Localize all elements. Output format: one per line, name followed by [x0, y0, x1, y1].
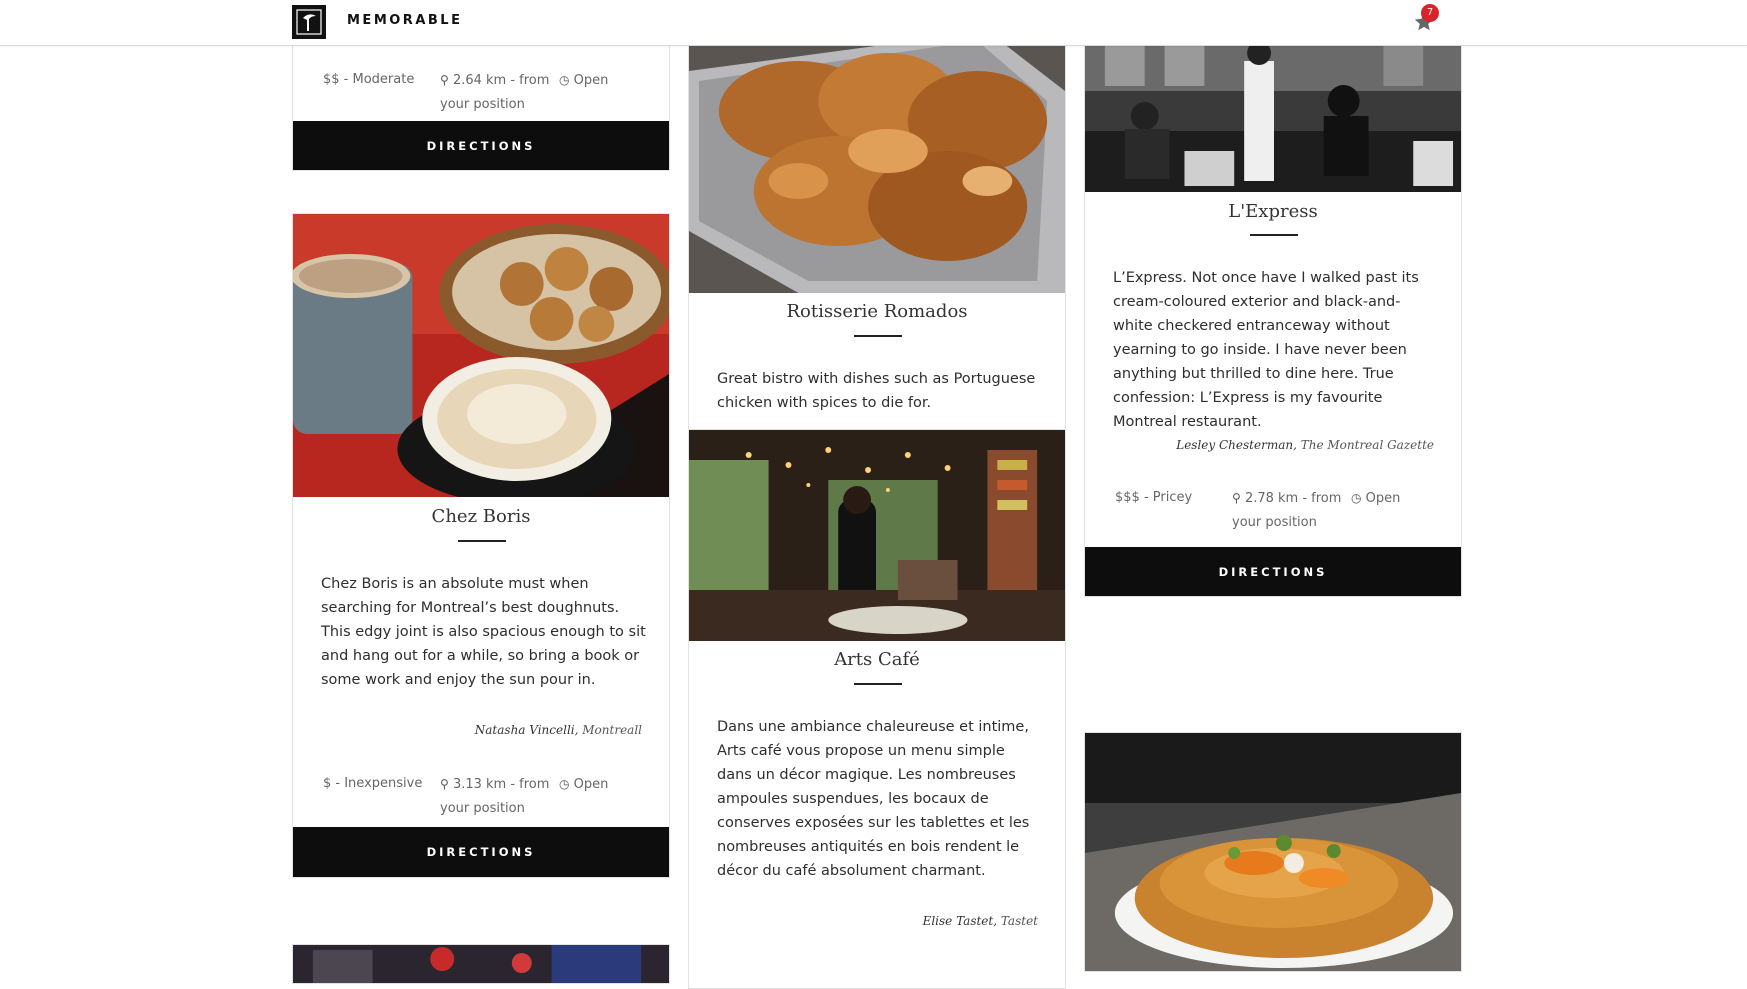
logo-icon[interactable] — [292, 5, 326, 39]
title-underline — [458, 540, 506, 542]
status-text: Open — [573, 73, 609, 88]
map-marker-icon: ⚲ — [440, 777, 449, 791]
restaurant-photo[interactable] — [689, 430, 1065, 641]
title-underline — [1250, 234, 1298, 236]
restaurant-name[interactable]: L'Express — [1085, 201, 1461, 222]
distance-info: ⚲ 2.64 km - from your position — [440, 68, 549, 117]
clock-icon: ◷ — [1351, 491, 1362, 505]
distance-info: ⚲ 3.13 km - from your position — [440, 772, 549, 821]
title-underline — [854, 335, 902, 337]
review-author: Natasha Vincelli — [474, 723, 575, 737]
status-text: Open — [573, 777, 609, 792]
review-citation: Lesley Chesterman, The Montreal Gazette — [1176, 438, 1434, 452]
restaurant-card-arts-cafe: Arts Café Dans une ambiance chaleureuse … — [688, 429, 1066, 989]
review-citation: Natasha Vincelli, Montreall — [474, 723, 642, 737]
distance-text: 2.78 km - from — [1244, 491, 1342, 506]
restaurant-photo[interactable] — [689, 31, 1065, 293]
restaurant-name[interactable]: Arts Café — [689, 649, 1065, 670]
open-status: ◷ Open — [1351, 486, 1400, 511]
restaurant-card — [292, 944, 670, 984]
clock-icon: ◷ — [559, 777, 570, 791]
map-marker-icon: ⚲ — [440, 73, 449, 87]
favorites-count-badge: 7 — [1421, 4, 1439, 22]
title-underline — [854, 683, 902, 685]
review-author: Lesley Chesterman — [1176, 438, 1294, 452]
directions-button[interactable]: DIRECTIONS — [1085, 547, 1461, 596]
distance-text: 3.13 km - from — [452, 777, 550, 792]
restaurant-card — [1084, 732, 1462, 972]
restaurant-card-chez-boris: Chez Boris Chez Boris is an absolute mus… — [292, 213, 670, 878]
price-range: $$ - Moderate — [323, 72, 415, 87]
restaurant-photo[interactable] — [1085, 31, 1461, 192]
restaurant-card-lexpress: L'Express L’Express. Not once have I wal… — [1084, 30, 1462, 597]
directions-button[interactable]: DIRECTIONS — [293, 121, 669, 170]
review-source: Montreall — [582, 723, 642, 737]
review-source: The Montreal Gazette — [1300, 438, 1434, 452]
open-status: ◷ Open — [559, 772, 608, 797]
distance-text-cont: your position — [440, 97, 525, 112]
distance-text-cont: your position — [1232, 515, 1317, 530]
clock-icon: ◷ — [559, 73, 570, 87]
restaurant-photo[interactable] — [1085, 733, 1461, 971]
restaurant-card: $$ - Moderate ⚲ 2.64 km - from your posi… — [292, 30, 670, 171]
price-range: $$$ - Pricey — [1115, 490, 1193, 505]
restaurant-description: L’Express. Not once have I walked past i… — [1113, 270, 1419, 430]
price-range: $ - Inexpensive — [323, 776, 423, 791]
distance-text: 2.64 km - from — [452, 73, 550, 88]
review-citation: Elise Tastet, Tastet — [922, 914, 1038, 928]
restaurant-description: Chez Boris is an absolute must when sear… — [321, 576, 646, 688]
restaurant-photo[interactable] — [293, 945, 669, 983]
restaurant-description: Great bistro with dishes such as Portugu… — [717, 371, 1036, 411]
open-status: ◷ Open — [559, 68, 608, 93]
review-source: Tastet — [1000, 914, 1038, 928]
restaurant-photo[interactable] — [293, 214, 669, 497]
distance-text-cont: your position — [440, 801, 525, 816]
distance-info: ⚲ 2.78 km - from your position — [1232, 486, 1341, 535]
review-author: Elise Tastet — [922, 914, 994, 928]
status-text: Open — [1365, 491, 1401, 506]
brand-name[interactable]: MEMORABLE — [347, 13, 462, 28]
restaurant-name[interactable]: Chez Boris — [293, 506, 669, 527]
directions-button[interactable]: DIRECTIONS — [293, 827, 669, 877]
restaurant-description: Dans une ambiance chaleureuse et intime,… — [717, 719, 1030, 879]
top-navigation-bar: MEMORABLE 7 — [0, 0, 1747, 46]
map-marker-icon: ⚲ — [1232, 491, 1241, 505]
restaurant-card-rotisserie-romados: Rotisserie Romados Great bistro with dis… — [688, 30, 1066, 430]
restaurant-name[interactable]: Rotisserie Romados — [689, 301, 1065, 322]
